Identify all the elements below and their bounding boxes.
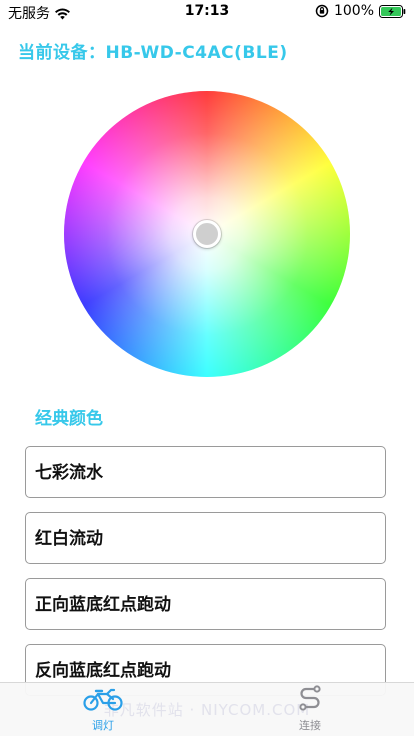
preset-button-rainbow-flow[interactable]: 七彩流水 xyxy=(25,446,386,498)
preset-label: 红白流动 xyxy=(35,529,103,549)
preset-button-red-white-flow[interactable]: 红白流动 xyxy=(25,512,386,564)
tab-label: 调灯 xyxy=(92,719,114,732)
preset-label: 七彩流水 xyxy=(35,463,103,483)
tab-label: 连接 xyxy=(299,719,321,732)
current-device-label: 当前设备：HB-WD-C4AC(BLE) xyxy=(18,43,288,63)
tab-connect[interactable]: 连接 xyxy=(265,685,355,735)
tab-bar: 非凡软件站 · NIYCOM.COM 调灯 连接 xyxy=(0,682,414,736)
app-screen: 无服务 17:13 100% 当前设备：HB-WD-C4AC(BLE) 经典颜色… xyxy=(0,0,414,736)
color-picker[interactable] xyxy=(64,91,350,377)
battery-charging-icon xyxy=(379,4,406,18)
battery-percent: 100% xyxy=(333,3,374,19)
color-wheel-handle[interactable] xyxy=(193,220,221,248)
status-bar: 无服务 17:13 100% xyxy=(0,0,414,24)
motorcycle-icon xyxy=(83,685,123,715)
status-right-group: 100% xyxy=(315,3,406,19)
preset-button-forward-blue-red-dot[interactable]: 正向蓝底红点跑动 xyxy=(25,578,386,630)
rotation-lock-icon xyxy=(315,4,329,18)
tab-light-control[interactable]: 调灯 xyxy=(58,687,148,735)
preset-label: 正向蓝底红点跑动 xyxy=(35,595,171,615)
connect-path-icon xyxy=(297,685,323,715)
classic-colors-title: 经典颜色 xyxy=(35,409,103,429)
